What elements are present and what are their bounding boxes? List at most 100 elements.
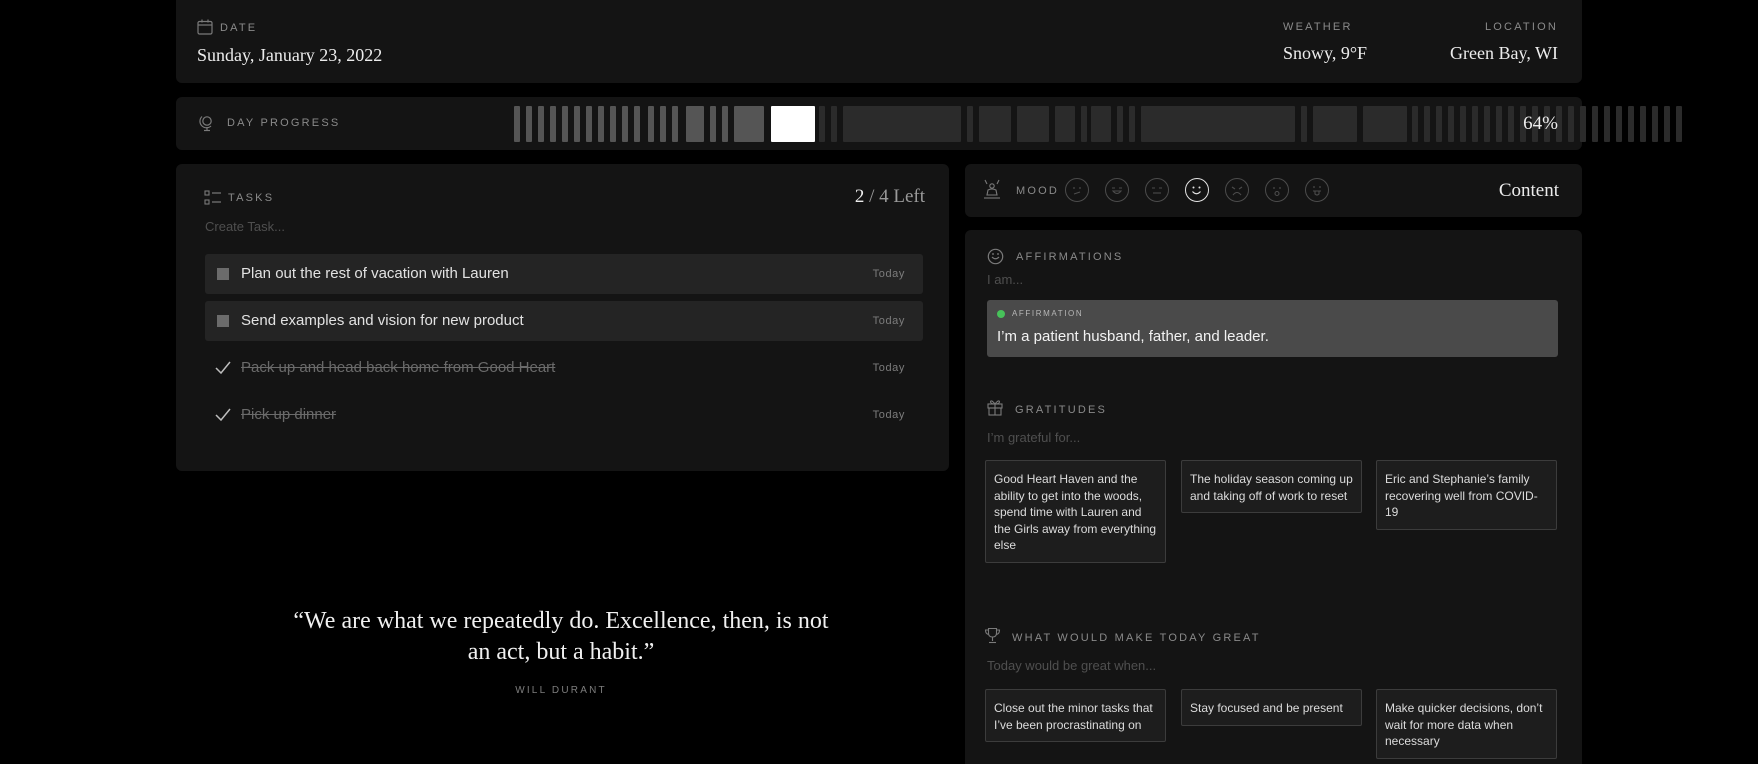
progress-segment	[1652, 106, 1658, 142]
task-text: Pack up and head back home from Good Hea…	[241, 359, 556, 376]
progress-segment	[1091, 106, 1111, 142]
task-row[interactable]: Send examples and vision for new product…	[205, 301, 923, 341]
location-label: Location	[1484, 21, 1558, 33]
location-block: Location Green Bay, WI	[1450, 21, 1558, 64]
progress-segment	[1412, 106, 1418, 142]
progress-segment	[686, 106, 704, 142]
task-row[interactable]: Pick up dinner Today	[205, 395, 923, 435]
tasks-count-remaining: 2	[854, 186, 865, 207]
mood-label: Mood	[1016, 185, 1060, 197]
great-card[interactable]: Close out the minor tasks that I’ve been…	[985, 689, 1166, 742]
affirmation-text: I’m a patient husband, father, and leade…	[997, 328, 1269, 345]
day-progress-bar: Day Progress 64%	[176, 97, 1682, 150]
task-list-icon	[204, 190, 221, 205]
progress-segment	[771, 106, 815, 142]
checkmark-icon[interactable]	[215, 408, 231, 422]
sad-face-icon[interactable]	[1065, 178, 1089, 202]
progress-segment	[526, 106, 532, 142]
task-row[interactable]: Pack up and head back home from Good Hea…	[205, 348, 923, 388]
gratitude-card[interactable]: The holiday season coming up and taking …	[1181, 460, 1362, 513]
progress-segment	[1664, 106, 1670, 142]
progress-segment	[1616, 106, 1622, 142]
checkmark-icon[interactable]	[215, 361, 231, 375]
gift-icon	[987, 400, 1003, 416]
progress-segment	[1508, 106, 1514, 142]
progress-segment	[722, 106, 728, 142]
task-text: Pick up dinner	[241, 406, 337, 423]
day-progress-percent: 64%	[1523, 113, 1558, 134]
progress-segment	[672, 106, 678, 142]
task-due: Today	[872, 362, 905, 374]
progress-segment	[1301, 106, 1307, 142]
progress-segment	[1129, 106, 1135, 142]
great-card[interactable]: Stay focused and be present	[1181, 689, 1362, 726]
progress-segment	[538, 106, 544, 142]
progress-segment	[1055, 106, 1075, 142]
status-dot	[997, 310, 1005, 318]
weather-block: Weather Snowy, 9°F	[1283, 21, 1367, 64]
progress-segment	[819, 106, 825, 142]
surprised-face-icon[interactable]	[1265, 178, 1289, 202]
frowning-face-icon[interactable]	[1225, 178, 1249, 202]
gratitude-card[interactable]: Good Heart Haven and the ability to get …	[985, 460, 1166, 563]
progress-segment	[1448, 106, 1454, 142]
smiling-face-icon[interactable]	[1185, 178, 1209, 202]
tasks-panel: Tasks 2 / 4 Left Create Task... Plan out…	[176, 164, 949, 471]
gratitude-card[interactable]: Eric and Stephanie’s family recovering w…	[1376, 460, 1557, 530]
progress-segment	[1363, 106, 1407, 142]
quote-author: Will Durant	[515, 685, 607, 696]
progress-segment	[1604, 106, 1610, 142]
progress-segment	[1313, 106, 1357, 142]
progress-segment	[1436, 106, 1442, 142]
meditation-icon	[984, 179, 1000, 199]
progress-segment	[634, 106, 640, 142]
daily-quote: “We are what we repeatedly do. Excellenc…	[290, 606, 832, 696]
task-row[interactable]: Plan out the rest of vacation with Laure…	[205, 254, 923, 294]
journal-panel: Affirmations I am... Affirmation I’m a p…	[965, 230, 1582, 764]
affirmation-caption: Affirmation	[1012, 309, 1084, 318]
progress-segment	[622, 106, 628, 142]
weather-label: Weather	[1283, 21, 1353, 33]
progress-segment	[1628, 106, 1634, 142]
great-label: What would make today great	[1012, 632, 1261, 644]
progress-segment	[598, 106, 604, 142]
progress-segment	[1017, 106, 1049, 142]
tasks-count: 2 / 4 Left	[855, 186, 925, 208]
tasks-label: Tasks	[228, 192, 275, 204]
date-weather-header: Date Sunday, January 23, 2022 Weather Sn…	[176, 0, 1582, 83]
affirmation-input[interactable]: I am...	[987, 272, 1023, 287]
progress-segment	[1472, 106, 1478, 142]
date-label: Date	[220, 22, 258, 34]
trophy-icon	[984, 627, 1001, 644]
laughing-face-icon[interactable]	[1105, 178, 1129, 202]
task-checkbox[interactable]	[217, 315, 229, 327]
progress-segment	[979, 106, 1011, 142]
gratitude-input[interactable]: I’m grateful for...	[987, 430, 1080, 445]
task-text: Plan out the rest of vacation with Laure…	[241, 265, 509, 282]
task-checkbox[interactable]	[217, 268, 229, 280]
progress-segment	[1568, 106, 1574, 142]
create-task-input[interactable]: Create Task...	[205, 219, 285, 234]
affirmation-card[interactable]: Affirmation I’m a patient husband, fathe…	[987, 300, 1558, 357]
smile-circle-icon	[987, 248, 1004, 265]
tongue-face-icon[interactable]	[1305, 178, 1329, 202]
gratitudes-label: Gratitudes	[1015, 404, 1108, 416]
progress-segment	[1081, 106, 1087, 142]
date-value: Sunday, January 23, 2022	[197, 45, 383, 65]
progress-segment	[1496, 106, 1502, 142]
task-text: Send examples and vision for new product	[241, 312, 524, 329]
progress-segment	[660, 106, 666, 142]
progress-segment	[1424, 106, 1430, 142]
neutral-face-icon[interactable]	[1145, 178, 1169, 202]
task-due: Today	[872, 409, 905, 421]
task-due: Today	[872, 268, 905, 280]
great-card[interactable]: Make quicker decisions, don’t wait for m…	[1376, 689, 1557, 759]
progress-segment	[1640, 106, 1646, 142]
progress-segment	[710, 106, 716, 142]
quote-text: “We are what we repeatedly do. Excellenc…	[293, 608, 829, 665]
great-input[interactable]: Today would be great when...	[987, 658, 1156, 673]
progress-segment	[967, 106, 973, 142]
progress-segment	[1117, 106, 1123, 142]
progress-segment	[1141, 106, 1295, 142]
day-progress-segments	[514, 106, 1682, 142]
